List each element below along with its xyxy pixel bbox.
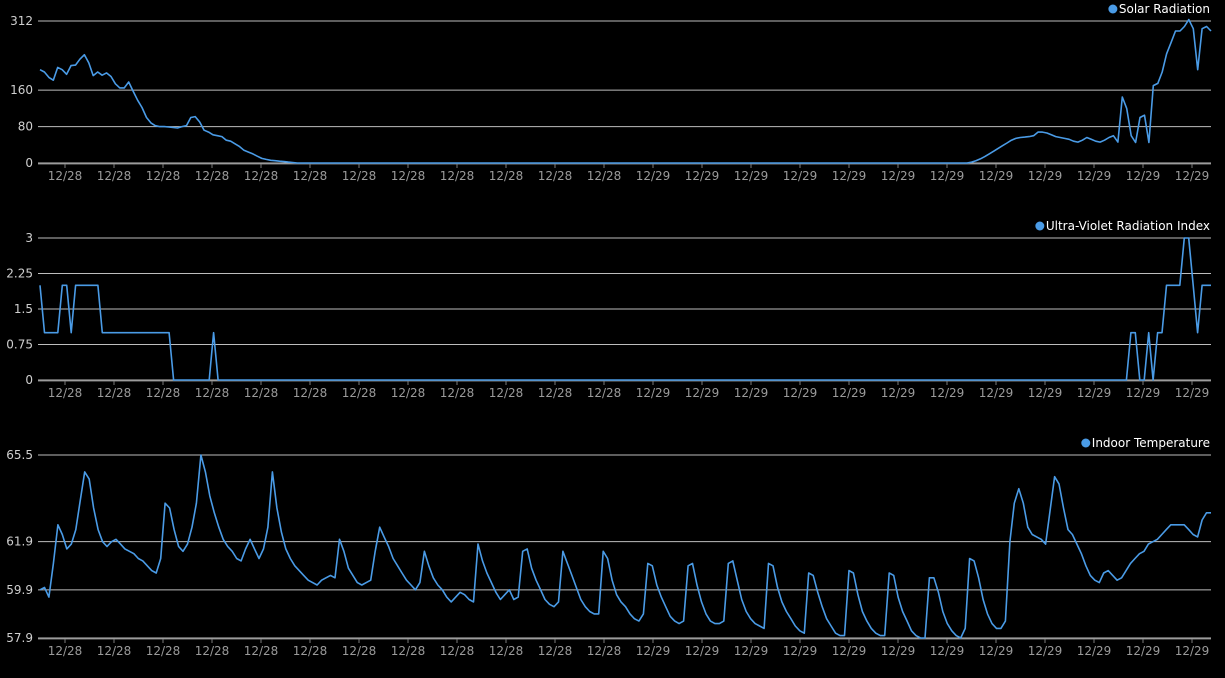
legend-marker-icon [1081,438,1091,448]
y-tick-label: 65.5 [6,448,33,462]
y-tick-label: 59.9 [6,583,33,597]
x-tick-label: 12/28 [146,386,181,400]
series-line-solar-radiation [39,18,1212,164]
x-tick-label: 12/29 [636,386,671,400]
x-tick-label: 12/29 [1077,386,1112,400]
x-tick-label: 12/28 [195,386,230,400]
y-tick-label: 0.75 [6,338,33,352]
y-tick-label: 312 [10,14,33,28]
x-tick-label: 12/28 [440,386,475,400]
x-tick-label: 12/29 [1077,644,1112,658]
x-tick-label: 12/28 [244,644,279,658]
x-tick-label: 12/28 [391,169,426,183]
x-tick-label: 12/28 [440,644,475,658]
x-tick-label: 12/29 [979,169,1014,183]
x-tick-label: 12/29 [979,386,1014,400]
chart-panel-1: 0 80 160 312 12/28 12/28 12/28 12/28 12/28 12/28 1… [10,2,1212,183]
x-tick-label: 12/28 [97,386,132,400]
x-tick-label: 12/29 [1077,169,1112,183]
x-tick-label: 12/29 [636,644,671,658]
legend-label: Solar Radiation [1119,2,1210,16]
series-line-indoor-temperature [39,454,1211,639]
x-tick-label: 12/29 [1175,386,1210,400]
y-tick-label: 160 [10,83,33,97]
x-tick-label: 12/28 [342,386,377,400]
x-tick-label: 12/28 [489,644,524,658]
x-tick-label: 12/29 [734,169,769,183]
x-tick-label: 12/29 [1175,169,1210,183]
x-tick-label: 12/29 [1175,644,1210,658]
x-tick-label: 12/29 [1028,386,1063,400]
x-tick-label: 12/29 [1126,386,1161,400]
x-tick-label: 12/29 [881,169,916,183]
x-tick-label: 12/29 [832,169,867,183]
x-tick-label: 12/28 [195,644,230,658]
x-tick-label: 12/29 [685,386,720,400]
x-tick-label: 12/28 [146,169,181,183]
x-tick-label: 12/28 [587,644,622,658]
legend-label: Ultra-Violet Radiation Index [1046,219,1210,233]
x-tick-label: 12/28 [391,644,426,658]
x-tick-label: 12/29 [685,644,720,658]
y-tick-label: 57.9 [6,631,33,645]
x-tick-label: 12/29 [783,169,818,183]
x-tick-label: 12/29 [734,644,769,658]
x-tick-label: 12/28 [342,644,377,658]
x-tick-label: 12/28 [587,169,622,183]
y-tick-label: 0 [25,156,33,170]
x-tick-label: 12/29 [881,644,916,658]
x-tick-label: 12/28 [293,644,328,658]
x-tick-label: 12/29 [636,169,671,183]
x-tick-label: 12/28 [97,169,132,183]
charts-container: 0 80 160 312 12/28 12/28 12/28 12/28 12/28 12/28 1… [0,0,1225,678]
x-tick-label: 12/29 [832,386,867,400]
x-tick-label: 12/28 [146,644,181,658]
x-tick-label: 12/29 [930,386,965,400]
x-tick-label: 12/28 [293,169,328,183]
x-tick-label: 12/28 [489,386,524,400]
chart-panel-2: 0 0.75 1.5 2.25 3 12/28 12/28 12/28 12/28 12/28 12… [6,219,1211,400]
x-tick-label: 12/29 [1028,644,1063,658]
x-tick-label: 12/29 [783,386,818,400]
x-tick-label: 12/28 [97,644,132,658]
legend-marker-icon [1108,4,1118,14]
y-tick-label: 2.25 [6,267,33,281]
x-tick-label: 12/28 [48,169,83,183]
x-tick-label: 12/29 [1126,644,1161,658]
x-tick-label: 12/28 [538,644,573,658]
x-tick-label: 12/28 [538,386,573,400]
x-tick-label: 12/29 [881,386,916,400]
legend-marker-icon [1035,221,1045,231]
x-tick-label: 12/29 [930,169,965,183]
x-tick-label: 12/28 [342,169,377,183]
x-tick-label: 12/28 [538,169,573,183]
chart-panel-3: 57.9 59.9 61.9 65.5 12/28 12/28 12/28 12/28 12/2… [6,436,1211,658]
legend-label: Indoor Temperature [1092,436,1210,450]
x-tick-label: 12/29 [1126,169,1161,183]
y-tick-label: 61.9 [6,535,33,549]
y-tick-label: 1.5 [14,302,33,316]
x-tick-label: 12/29 [685,169,720,183]
y-tick-label: 80 [18,120,33,134]
x-tick-label: 12/29 [832,644,867,658]
x-tick-label: 12/29 [1028,169,1063,183]
x-tick-label: 12/28 [244,169,279,183]
x-tick-label: 12/28 [391,386,426,400]
x-tick-label: 12/29 [930,644,965,658]
x-tick-label: 12/28 [195,169,230,183]
x-tick-label: 12/28 [440,169,475,183]
y-tick-label: 0 [25,373,33,387]
x-tick-label: 12/28 [48,386,83,400]
x-tick-label: 12/29 [734,386,769,400]
x-tick-label: 12/28 [293,386,328,400]
x-tick-label: 12/28 [587,386,622,400]
x-tick-label: 12/28 [489,169,524,183]
weather-charts: 0 80 160 312 12/28 12/28 12/28 12/28 12/28 12/28 1… [6,2,1212,658]
x-tick-label: 12/28 [244,386,279,400]
x-tick-label: 12/29 [783,644,818,658]
x-tick-label: 12/28 [48,644,83,658]
x-tick-label: 12/29 [979,644,1014,658]
y-tick-label: 3 [25,231,33,245]
